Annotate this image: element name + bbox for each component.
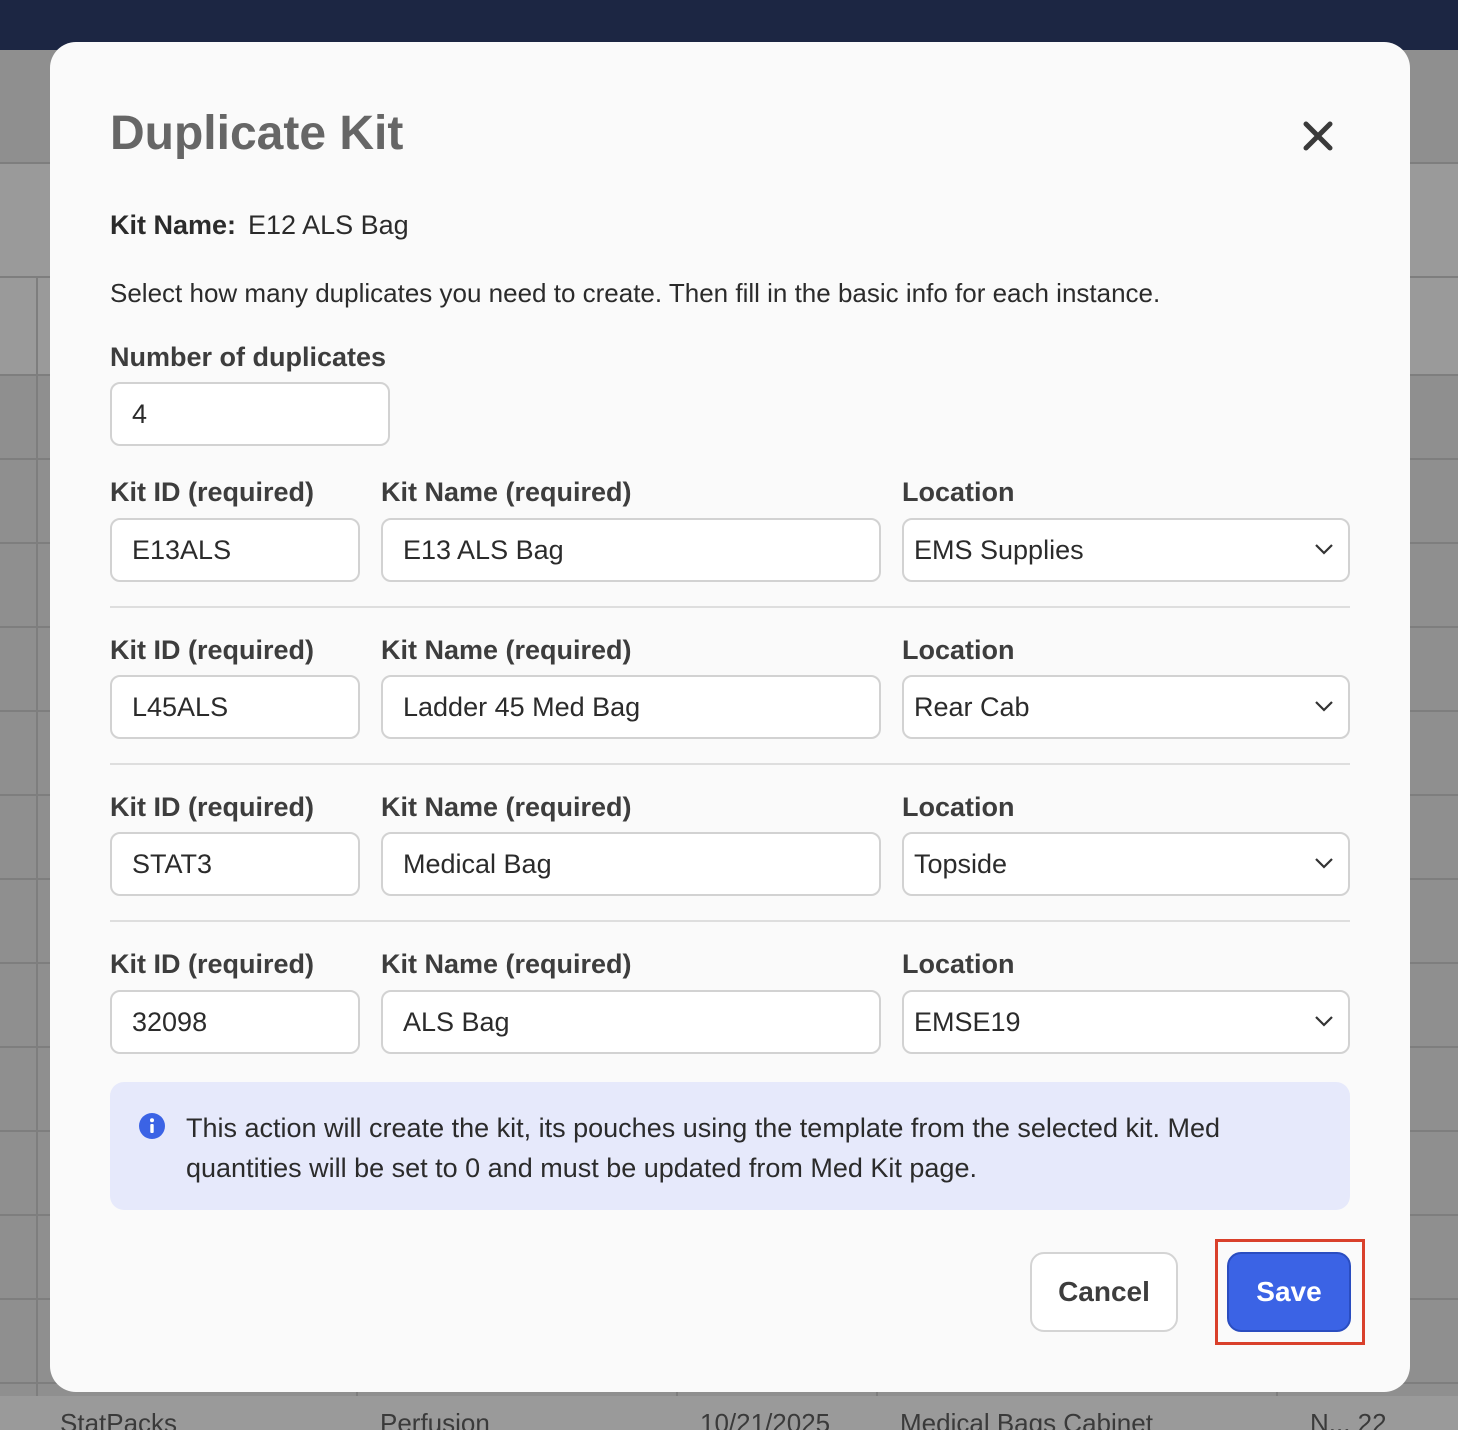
location-select[interactable]: Topside [902,832,1350,896]
close-icon [1303,121,1333,151]
background-col-divider [36,276,38,1430]
background-cell: StatPacks [60,1408,178,1430]
background-table-row: StatPacks Perfusion 10/21/2025 Medical B… [0,1396,1458,1430]
kit-name-label: Kit Name (required) [381,635,632,665]
info-alert: This action will create the kit, its pou… [110,1082,1350,1210]
modal-title: Duplicate Kit [110,107,404,160]
chevron-down-icon [1315,858,1333,869]
location-label: Location [902,635,1015,665]
location-label: Location [902,477,1015,507]
kit-id-input[interactable] [110,832,360,896]
chevron-down-icon [1315,544,1333,555]
location-select-value: Topside [914,848,1008,879]
location-select-value: Rear Cab [914,691,1030,722]
location-select[interactable]: Rear Cab [902,675,1350,739]
info-text: This action will create the kit, its pou… [186,1113,1220,1183]
kit-name-label: Kit Name (required) [381,477,632,507]
kit-name-input[interactable] [381,990,881,1054]
chevron-down-icon [1315,1016,1333,1027]
kit-id-label: Kit ID (required) [110,792,315,822]
kit-name-value: E12 ALS Bag [248,210,409,240]
instructions-text: Select how many duplicates you need to c… [110,278,1161,308]
kit-name-input[interactable] [381,832,881,896]
info-icon [139,1113,165,1139]
location-select[interactable]: EMSE19 [902,990,1350,1054]
kit-name-input[interactable] [381,518,881,582]
background-cell: Perfusion [380,1408,490,1430]
kit-name-label: Kit Name (required) [381,792,632,822]
location-label: Location [902,949,1015,979]
close-button[interactable] [1296,114,1340,158]
chevron-down-icon [1315,701,1333,712]
kit-id-label: Kit ID (required) [110,477,315,507]
duplicates-input[interactable] [110,382,390,446]
kit-id-label: Kit ID (required) [110,635,315,665]
kit-id-label: Kit ID (required) [110,949,315,979]
kit-name-label: Kit Name: [110,210,237,240]
location-select-value: EMS Supplies [914,534,1084,565]
kit-name-input[interactable] [381,675,881,739]
kit-id-input[interactable] [110,518,360,582]
duplicates-label: Number of duplicates [110,342,387,372]
background-cell: Medical Bags Cabinet [900,1408,1153,1430]
save-button[interactable]: Save [1227,1252,1351,1332]
source-kit-name: Kit Name: E12 ALS Bag [110,210,409,241]
location-label: Location [902,792,1015,822]
location-select-value: EMSE19 [914,1006,1021,1037]
background-cell: N... 22 [1310,1408,1387,1430]
row-divider [110,763,1350,765]
row-divider [110,920,1350,922]
background-cell: 10/21/2025 [700,1408,831,1430]
kit-id-input[interactable] [110,675,360,739]
kit-id-input[interactable] [110,990,360,1054]
location-select[interactable]: EMS Supplies [902,518,1350,582]
cancel-button[interactable]: Cancel [1030,1252,1178,1332]
duplicate-kit-modal: Duplicate Kit Kit Name: E12 ALS Bag Selec… [50,42,1410,1392]
row-divider [110,606,1350,608]
kit-name-label: Kit Name (required) [381,949,632,979]
